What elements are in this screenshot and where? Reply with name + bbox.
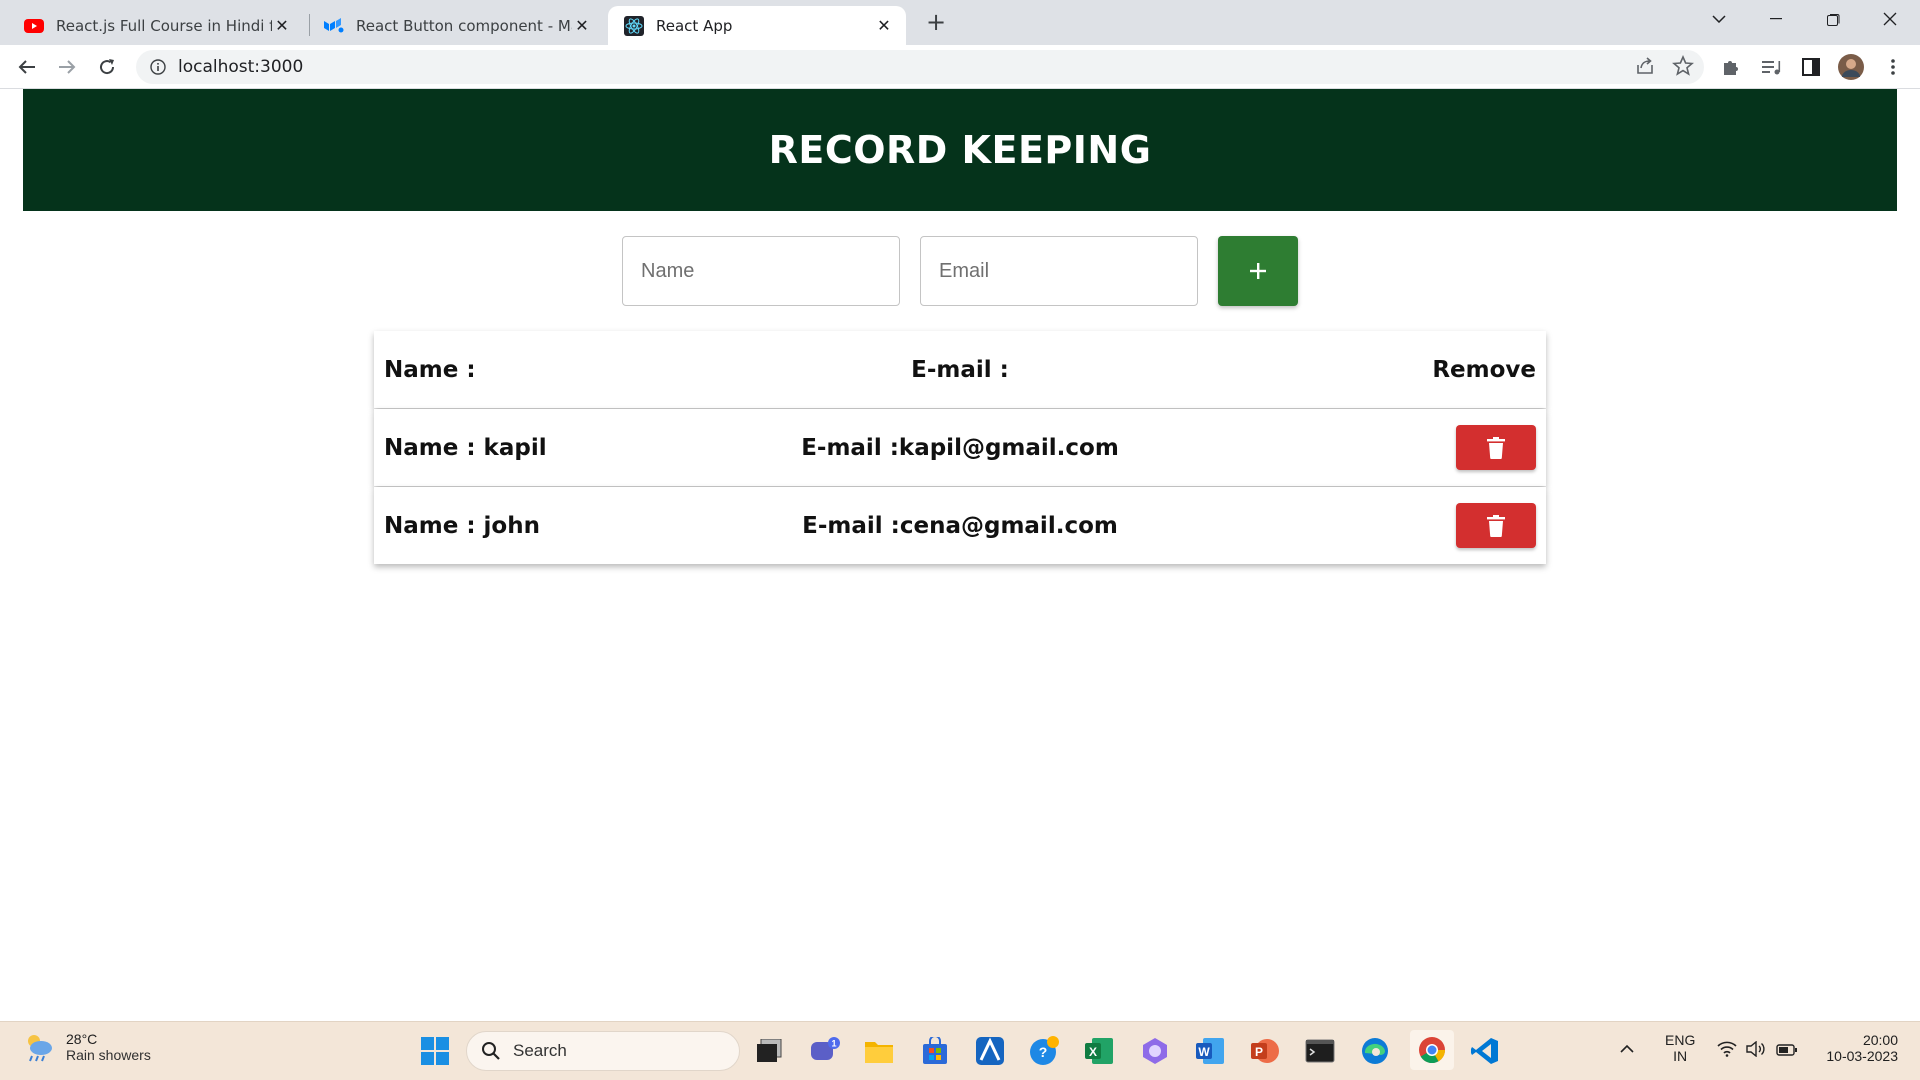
new-tab-button[interactable]: + bbox=[922, 8, 950, 36]
clock-date: 10-03-2023 bbox=[1826, 1048, 1898, 1064]
minimize-icon[interactable] bbox=[1748, 0, 1804, 38]
close-tab-icon[interactable]: ✕ bbox=[272, 16, 292, 36]
vscode-icon[interactable] bbox=[1468, 1034, 1502, 1068]
rain-cloud-icon bbox=[28, 1035, 52, 1062]
weather-condition: Rain showers bbox=[66, 1047, 151, 1063]
tab-title: React Button component - Mater bbox=[356, 16, 572, 35]
extensions-icon[interactable] bbox=[1716, 52, 1746, 82]
edge-beta-icon[interactable]: ? bbox=[1028, 1034, 1062, 1068]
trash-icon bbox=[1487, 436, 1505, 459]
trash-icon bbox=[1487, 514, 1505, 537]
header-name: Name : bbox=[384, 356, 476, 383]
search-label: Search bbox=[513, 1041, 567, 1060]
media-queue-icon[interactable] bbox=[1756, 52, 1786, 82]
more-menu-icon[interactable] bbox=[1878, 52, 1908, 82]
react-icon bbox=[624, 15, 644, 36]
teams-badge: 1 bbox=[831, 1039, 836, 1049]
add-record-button[interactable] bbox=[1218, 236, 1298, 306]
profile-avatar[interactable] bbox=[1836, 52, 1866, 82]
file-explorer-icon[interactable] bbox=[862, 1034, 896, 1068]
records-table: Name : E-mail : Remove Name : kapil E-ma… bbox=[374, 331, 1546, 565]
name-input[interactable] bbox=[641, 259, 899, 283]
record-email: E-mail :kapil@gmail.com bbox=[801, 434, 1119, 461]
windows-taskbar: 28°C Rain showers Search 1 ? X W P ENG I… bbox=[0, 1021, 1920, 1080]
record-name: Name : kapil bbox=[384, 434, 547, 461]
browser-tab-strip: React.js Full Course in Hindi for B ✕ Re… bbox=[0, 0, 1920, 45]
system-clock[interactable]: 20:00 10-03-2023 bbox=[1814, 1032, 1898, 1064]
battery-icon[interactable] bbox=[1776, 1043, 1798, 1059]
browser-toolbar: localhost:3000 bbox=[0, 45, 1920, 89]
site-info-icon bbox=[150, 59, 166, 75]
teams-chat-icon[interactable]: 1 bbox=[808, 1034, 842, 1068]
close-window-icon[interactable] bbox=[1862, 0, 1918, 38]
record-name: Name : john bbox=[384, 512, 540, 539]
bookmark-star-icon[interactable] bbox=[1672, 54, 1694, 81]
taskbar-search[interactable]: Search bbox=[466, 1031, 740, 1071]
record-email: E-mail :cena@gmail.com bbox=[802, 512, 1118, 539]
volume-icon[interactable] bbox=[1746, 1040, 1766, 1060]
reload-icon[interactable] bbox=[92, 52, 122, 82]
mui-icon bbox=[324, 16, 344, 36]
header-email: E-mail : bbox=[911, 356, 1009, 383]
tab-youtube[interactable]: React.js Full Course in Hindi for B ✕ bbox=[8, 6, 304, 45]
microsoft-store-icon[interactable] bbox=[918, 1034, 952, 1068]
side-panel-icon[interactable] bbox=[1796, 52, 1826, 82]
edge-icon[interactable] bbox=[1358, 1034, 1392, 1068]
weather-widget[interactable]: 28°C Rain showers bbox=[22, 1031, 151, 1063]
table-row: Name : john E-mail :cena@gmail.com bbox=[374, 487, 1546, 564]
app-header: RECORD KEEPING bbox=[23, 89, 1897, 211]
email-field[interactable] bbox=[920, 236, 1198, 306]
tab-title: React.js Full Course in Hindi for B bbox=[56, 16, 272, 35]
chrome-icon[interactable] bbox=[1410, 1030, 1454, 1070]
header-remove: Remove bbox=[1432, 356, 1536, 383]
svg-text:P: P bbox=[1255, 1045, 1263, 1059]
close-tab-icon[interactable]: ✕ bbox=[572, 16, 592, 36]
terminal-icon[interactable] bbox=[1303, 1034, 1337, 1068]
svg-text:X: X bbox=[1089, 1045, 1097, 1059]
show-hidden-icons-icon[interactable] bbox=[1620, 1040, 1634, 1056]
clock-time: 20:00 bbox=[1862, 1032, 1898, 1048]
tab-react-app[interactable]: React App ✕ bbox=[608, 6, 906, 45]
youtube-icon bbox=[24, 16, 44, 36]
page-content: RECORD KEEPING Name : E-mail : Remove Na… bbox=[0, 89, 1920, 1021]
weather-temp: 28°C bbox=[66, 1031, 98, 1047]
share-icon[interactable] bbox=[1634, 55, 1656, 81]
windows-start-icon[interactable] bbox=[418, 1034, 452, 1068]
svg-text:W: W bbox=[1198, 1045, 1210, 1059]
powerpoint-icon[interactable]: P bbox=[1248, 1034, 1282, 1068]
name-field[interactable] bbox=[622, 236, 900, 306]
record-form bbox=[622, 236, 1298, 306]
tab-search-icon[interactable] bbox=[1691, 0, 1747, 38]
plus-icon bbox=[1250, 263, 1266, 279]
tab-mui[interactable]: React Button component - Mater ✕ bbox=[308, 6, 604, 45]
language-indicator[interactable]: ENG IN bbox=[1665, 1032, 1695, 1064]
close-tab-icon[interactable]: ✕ bbox=[874, 16, 894, 36]
restore-icon[interactable] bbox=[1805, 0, 1861, 38]
url-text: localhost:3000 bbox=[178, 57, 304, 77]
wifi-icon[interactable] bbox=[1717, 1041, 1737, 1060]
task-view-icon[interactable] bbox=[752, 1034, 786, 1068]
page-title: RECORD KEEPING bbox=[768, 128, 1152, 172]
svg-text:?: ? bbox=[1039, 1044, 1048, 1060]
excel-icon[interactable]: X bbox=[1082, 1034, 1116, 1068]
copilot-icon[interactable] bbox=[1138, 1034, 1172, 1068]
word-icon[interactable]: W bbox=[1193, 1034, 1227, 1068]
vpn-app-icon[interactable] bbox=[973, 1034, 1007, 1068]
forward-icon[interactable] bbox=[52, 52, 82, 82]
table-header-row: Name : E-mail : Remove bbox=[374, 331, 1546, 408]
search-icon bbox=[482, 1042, 500, 1060]
back-icon[interactable] bbox=[12, 52, 42, 82]
delete-button[interactable] bbox=[1456, 425, 1536, 470]
tab-title: React App bbox=[656, 16, 733, 35]
email-input[interactable] bbox=[939, 259, 1197, 283]
address-bar[interactable]: localhost:3000 bbox=[136, 50, 1704, 84]
delete-button[interactable] bbox=[1456, 503, 1536, 548]
table-row: Name : kapil E-mail :kapil@gmail.com bbox=[374, 409, 1546, 486]
